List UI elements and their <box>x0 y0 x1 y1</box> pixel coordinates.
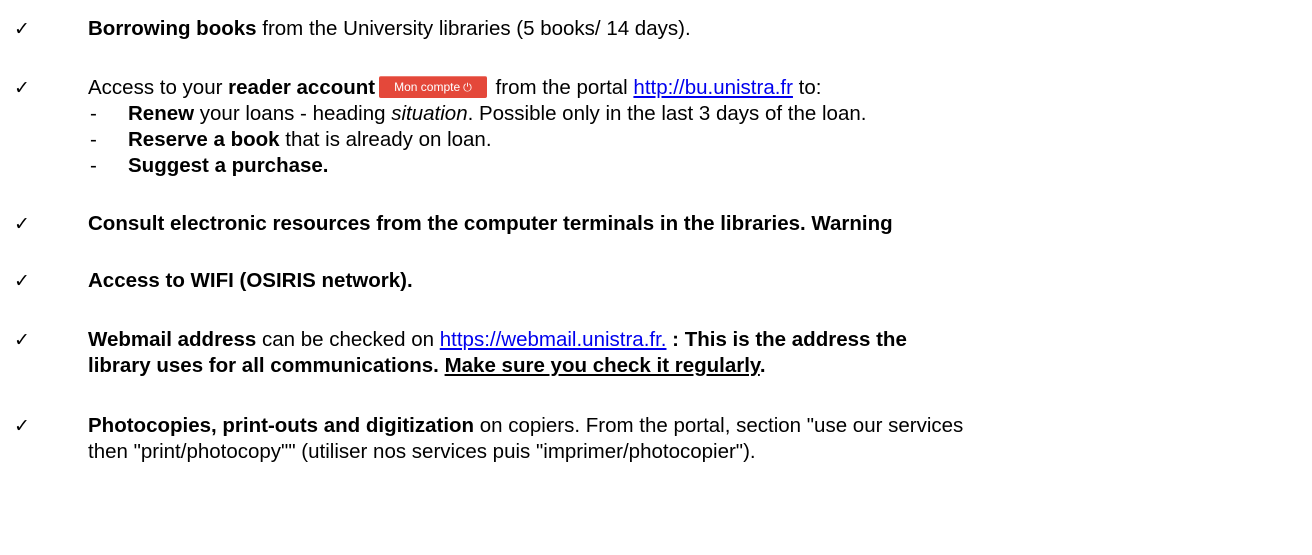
power-icon: ⏻ <box>463 80 472 94</box>
item-text: Photocopies, print-outs and digitization… <box>88 414 964 437</box>
subitem-reserve: - Reserve a book that is already on loan. <box>90 128 492 151</box>
webmail-link[interactable]: https://webmail.unistra.fr. <box>440 328 667 351</box>
document-page: ✓ Borrowing books from the University li… <box>0 0 1312 555</box>
item-text-line2: library uses for all communications. Mak… <box>88 354 766 377</box>
portal-link[interactable]: http://bu.unistra.fr <box>633 76 793 99</box>
subitem-suggest: - Suggest a purchase. <box>90 154 329 177</box>
subitem-renew: - Renew your loans - heading situation. P… <box>90 102 867 125</box>
list-item-webmail: ✓ Webmail address can be checked on http… <box>14 327 1306 379</box>
list-item-photocopies: ✓ Photocopies, print-outs and digitizati… <box>14 413 1306 465</box>
item-text-line2: then "print/photocopy"" (utiliser nos se… <box>88 440 756 463</box>
checkmark-icon: ✓ <box>14 415 30 437</box>
checkmark-icon: ✓ <box>14 77 30 99</box>
item-heading: Borrowing books <box>88 17 257 40</box>
checkmark-icon: ✓ <box>14 18 30 40</box>
item-text: Access to your reader account Mon compte ⏻… <box>88 75 822 99</box>
checkmark-icon: ✓ <box>14 329 30 351</box>
item-text: Access to WIFI (OSIRIS network). <box>88 269 413 292</box>
checkmark-icon: ✓ <box>14 270 30 292</box>
item-heading: reader account <box>228 76 376 99</box>
item-text: Consult electronic resources from the co… <box>88 212 893 235</box>
checkmark-icon: ✓ <box>14 213 30 235</box>
item-text: Borrowing books from the University libr… <box>88 17 691 40</box>
mon-compte-button[interactable]: Mon compte ⏻ <box>379 75 487 98</box>
item-text: Webmail address can be checked on https:… <box>88 328 907 351</box>
check-regularly-note: Make sure you check it regularly <box>444 354 760 377</box>
